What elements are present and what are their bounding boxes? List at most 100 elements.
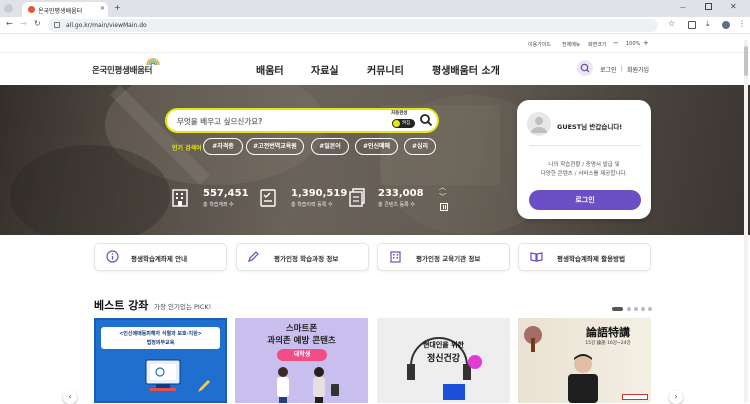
stat-pause-icon[interactable] (440, 203, 448, 211)
favicon-icon (28, 6, 35, 13)
course-thumb[interactable]: 論語特講 15강 論語 16강~24강 (518, 318, 651, 403)
thumb-badge: 대학생 (277, 349, 327, 361)
forward-icon[interactable]: → (20, 19, 27, 28)
carousel-prev-button[interactable]: ‹ (63, 390, 77, 404)
profile-icon[interactable] (722, 21, 730, 29)
site-logo[interactable]: 온국민평생배움터 (92, 64, 152, 76)
new-tab-button[interactable]: + (114, 3, 121, 12)
toggle-knob (393, 120, 400, 127)
pen-illustration-icon (198, 380, 210, 392)
nav-learning[interactable]: 배움터 (256, 62, 284, 77)
search-input[interactable] (177, 114, 377, 128)
site-info-icon[interactable] (54, 22, 60, 28)
quick-card-label: 평생학습계좌제 활용방법 (557, 255, 626, 263)
browser-menu-icon[interactable]: ⋮ (738, 19, 746, 28)
popular-tag[interactable]: #일본어 (311, 138, 349, 155)
reload-icon[interactable]: ↻ (34, 19, 41, 28)
zoom-label: 화면크기 (588, 42, 607, 48)
carousel-next-button[interactable]: › (669, 390, 683, 404)
rainbow-logo-icon (146, 58, 160, 65)
bookmark-star-icon[interactable]: ☆ (668, 19, 675, 28)
course-thumb[interactable]: 스마트폰 과의존 예방 콘텐츠 대학생 (235, 318, 368, 403)
scrollbar-track[interactable] (744, 40, 748, 403)
autocomplete-toggle[interactable]: 켜짐 (392, 119, 415, 128)
carousel-dot-active[interactable] (612, 307, 623, 311)
carousel-dot[interactable] (648, 307, 652, 311)
nav-about[interactable]: 평생배움터 소개 (432, 62, 500, 77)
avatar-icon (527, 112, 551, 136)
pencil-icon (248, 251, 259, 262)
calligraphy-decoration-icon (524, 326, 542, 352)
course-thumb[interactable]: <인신매매등피해자 식별과 보호·지원> 법정의무교육 (94, 318, 227, 403)
best-title: 베스트 강좌 (94, 299, 149, 312)
url-text: all.go.kr/main/viewMain.do (66, 22, 147, 29)
back-icon[interactable]: ← (6, 19, 13, 28)
carousel-dot[interactable] (634, 307, 638, 311)
stat-history-value: 1,390,519 (291, 188, 348, 199)
login-button[interactable]: 로그인 (529, 190, 641, 210)
zoom-value: 100% (626, 41, 641, 47)
stat-prev-icon[interactable]: ︿ (439, 182, 446, 192)
download-icon[interactable]: ⤓ (706, 19, 710, 29)
institution-logo (622, 394, 648, 400)
scrollbar-thumb[interactable] (744, 46, 748, 76)
carousel-dot[interactable] (641, 307, 645, 311)
maximize-icon[interactable] (705, 3, 712, 10)
book-icon (530, 252, 543, 262)
popular-tag[interactable]: #자격증 (203, 138, 243, 155)
stat-accounts-label: 총 학습계좌 수 (203, 202, 234, 208)
quick-card-label: 평가인정 학습과정 정보 (274, 255, 339, 263)
login-divider (529, 145, 641, 146)
quick-card-label: 평가인정 교육기관 정보 (416, 255, 481, 263)
login-desc-line1: 나의 학습현황 / 증명서 발급 및 (548, 162, 620, 168)
tab-close-icon[interactable]: ✕ (100, 5, 105, 12)
computer-illustration-icon (145, 359, 181, 391)
checklist-icon (260, 189, 276, 207)
info-icon (106, 250, 119, 263)
tab-list-button[interactable] (4, 4, 13, 13)
headphones-illustration-icon (407, 337, 482, 400)
address-bar-row: ← → ↻ all.go.kr/main/viewMain.do ☆ ⤓ ⋮ (0, 17, 750, 34)
quick-card-label: 평생학습계좌제 안내 (131, 255, 188, 263)
extensions-icon[interactable] (688, 21, 696, 29)
tab-title: 온국민평생배움터 (38, 8, 83, 15)
sitemap-link[interactable]: 전체메뉴 (562, 41, 580, 48)
header-divider (621, 65, 622, 72)
search-submit-icon[interactable] (419, 113, 433, 127)
autocomplete-state: 켜짐 (402, 121, 411, 126)
header-signup-link[interactable]: 회원가입 (627, 65, 649, 74)
thumb-title-line1: <인신매매등피해자 식별과 보호·지원> (119, 331, 202, 337)
course-thumb[interactable]: 현대인을 위한 정신건강 (377, 318, 510, 403)
zoom-out-button[interactable]: − (613, 39, 619, 47)
stat-content-label: 총 콘텐츠 등록 수 (378, 202, 415, 208)
nav-community[interactable]: 커뮤니티 (367, 62, 404, 77)
guide-link[interactable]: 이용가이드 (528, 41, 551, 48)
content-files-icon (349, 188, 365, 207)
building-icon (390, 251, 401, 263)
carousel-dot[interactable] (627, 307, 631, 311)
zoom-in-button[interactable]: + (643, 39, 649, 47)
thumb-title-line1: 論語特講 (586, 326, 630, 339)
url-field[interactable]: all.go.kr/main/viewMain.do (48, 19, 658, 32)
popular-tag[interactable]: #심리 (404, 138, 436, 155)
stat-history-label: 총 학습이력 등록 수 (291, 202, 333, 208)
stat-accounts-value: 557,451 (203, 188, 249, 199)
popular-label: 인기 검색어 (172, 145, 202, 152)
account-building-icon (172, 189, 188, 207)
thumb-title-line2: 과의존 예방 콘텐츠 (267, 336, 336, 346)
window-close-icon[interactable]: ✕ (730, 2, 737, 11)
header-search-button[interactable] (577, 60, 593, 76)
best-subtitle: 가장 인기있는 PICK! (154, 303, 212, 311)
minimize-icon[interactable]: — (680, 4, 686, 11)
stat-content-value: 233,008 (378, 188, 424, 199)
popular-tag[interactable]: #인신매매 (355, 138, 398, 155)
thumb-title-line1: 스마트폰 (285, 324, 318, 334)
header-login-link[interactable]: 로그인 (600, 65, 617, 74)
autocomplete-label: 자동완성 (391, 111, 408, 116)
popular-tag[interactable]: #고전번역교육원 (246, 138, 304, 155)
stat-next-icon[interactable]: ﹀ (439, 192, 446, 202)
login-desc-line2: 다양한 콘텐츠 / 서비스를 제공합니다. (540, 171, 628, 177)
nav-resources[interactable]: 자료실 (311, 62, 339, 77)
thumb-title-line2: 정신건강 (426, 354, 461, 364)
login-greeting: GUEST님 반갑습니다! (557, 123, 623, 131)
